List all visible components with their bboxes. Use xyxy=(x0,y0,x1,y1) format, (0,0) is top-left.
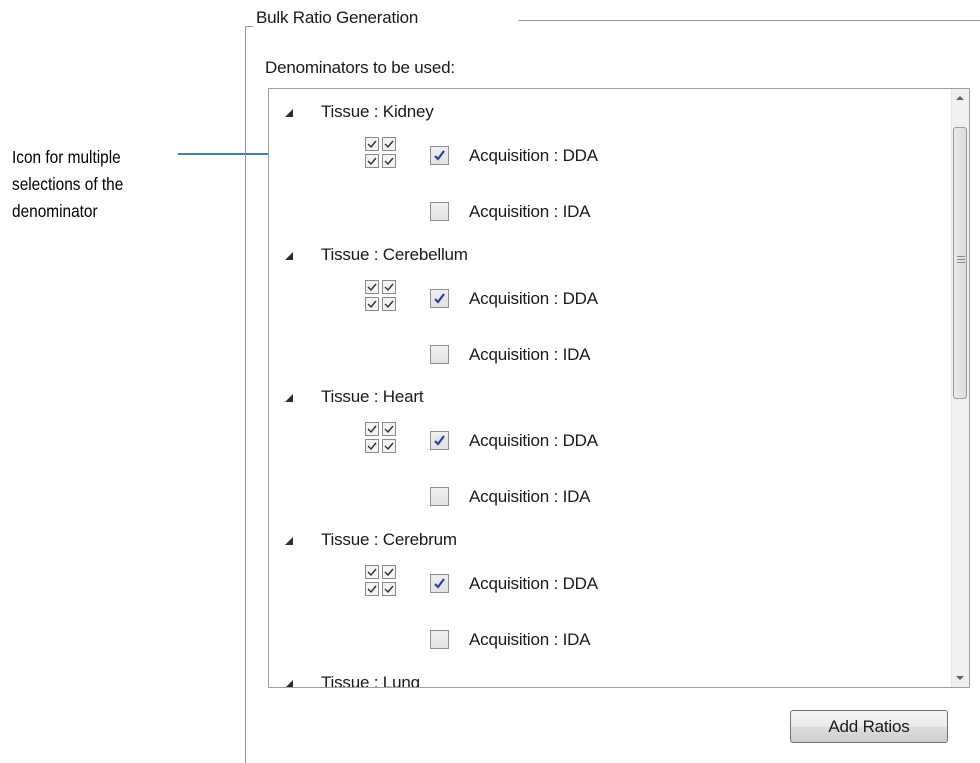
arrow-up-icon xyxy=(956,96,964,100)
tissue-label: Tissue : Cerebrum xyxy=(321,530,457,549)
checkbox-kidney-ida[interactable] xyxy=(430,202,449,221)
tissue-label: Tissue : Cerebellum xyxy=(321,245,468,264)
callout-annotation: Icon for multiple selections of the deno… xyxy=(12,147,124,221)
acquisition-label: Acquisition : IDA xyxy=(469,630,591,649)
expand-triangle-icon[interactable] xyxy=(285,109,293,117)
scroll-up-button[interactable] xyxy=(952,89,969,106)
group-box-title: Bulk Ratio Generation xyxy=(256,8,419,27)
multi-select-icon[interactable] xyxy=(365,565,399,599)
expand-triangle-icon[interactable] xyxy=(285,537,293,545)
expand-triangle-icon[interactable] xyxy=(285,680,293,687)
acquisition-label: Acquisition : IDA xyxy=(469,487,591,506)
acquisition-label: Acquisition : DDA xyxy=(469,574,598,593)
multi-select-icon[interactable] xyxy=(365,137,399,171)
checkbox-cerebellum-dda[interactable] xyxy=(430,289,449,308)
scroll-down-button[interactable] xyxy=(952,670,969,687)
acquisition-label: Acquisition : DDA xyxy=(469,431,598,450)
tissue-label: Tissue : Kidney xyxy=(321,102,434,121)
checkbox-cerebrum-dda[interactable] xyxy=(430,574,449,593)
group-box-border-left xyxy=(245,26,246,763)
multi-select-icon[interactable] xyxy=(365,280,399,314)
acquisition-label: Acquisition : IDA xyxy=(469,345,591,364)
acquisition-label: Acquisition : DDA xyxy=(469,146,598,165)
scroll-thumb[interactable] xyxy=(953,127,967,399)
checkbox-cerebrum-ida[interactable] xyxy=(430,630,449,649)
acquisition-label: Acquisition : IDA xyxy=(469,202,591,221)
expand-triangle-icon[interactable] xyxy=(285,252,293,260)
grip-line xyxy=(957,262,965,263)
expand-triangle-icon[interactable] xyxy=(285,394,293,402)
group-box-border-tick xyxy=(245,26,253,27)
acquisition-label: Acquisition : DDA xyxy=(469,289,598,308)
grip-line xyxy=(957,259,965,260)
vertical-scrollbar[interactable] xyxy=(951,89,969,687)
denominators-label: Denominators to be used: xyxy=(265,58,455,77)
arrow-down-icon xyxy=(956,676,964,680)
multi-select-icon[interactable] xyxy=(365,422,399,456)
tissue-label: Tissue : Lung xyxy=(321,673,420,687)
add-ratios-button[interactable]: Add Ratios xyxy=(790,710,948,743)
tree-viewport: Tissue : Kidney Acquisition : DDA Acquis… xyxy=(269,89,952,687)
group-box-border-top xyxy=(518,20,980,21)
denominator-tree[interactable]: Tissue : Kidney Acquisition : DDA Acquis… xyxy=(268,88,970,688)
tissue-label: Tissue : Heart xyxy=(321,387,424,406)
checkbox-kidney-dda[interactable] xyxy=(430,146,449,165)
checkbox-cerebellum-ida[interactable] xyxy=(430,345,449,364)
checkbox-heart-dda[interactable] xyxy=(430,431,449,450)
checkbox-heart-ida[interactable] xyxy=(430,487,449,506)
grip-line xyxy=(957,256,965,257)
